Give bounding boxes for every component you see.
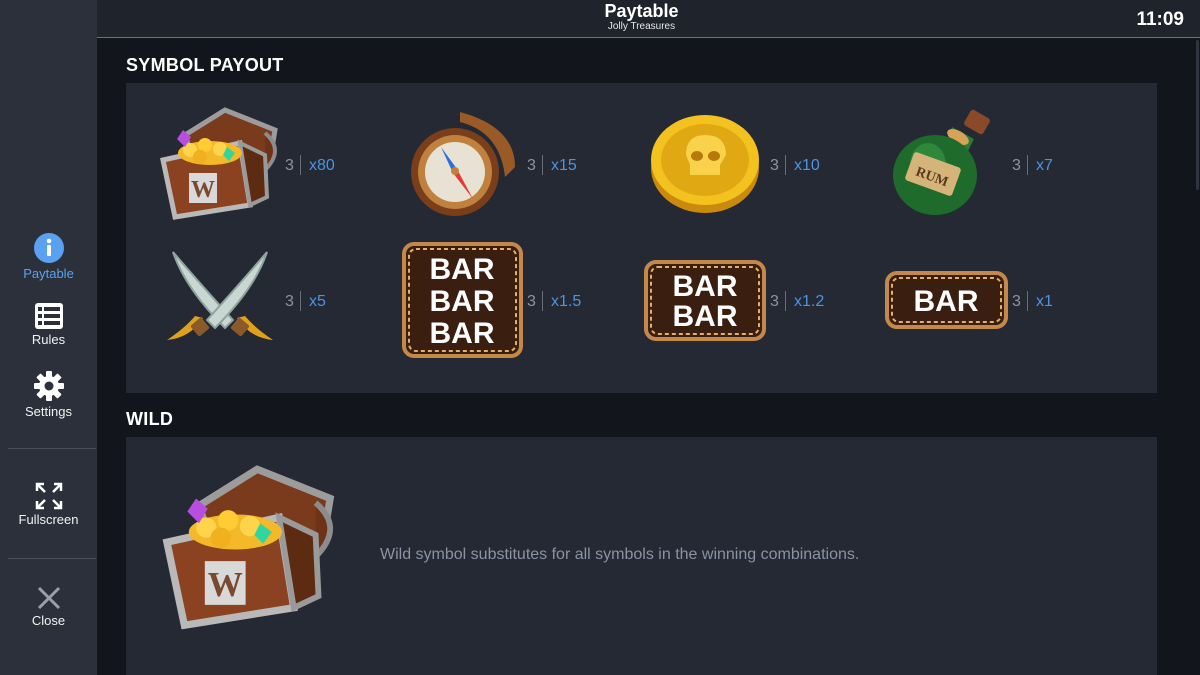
symbol-count: 3 bbox=[285, 293, 294, 310]
separator bbox=[542, 155, 543, 175]
compass-icon bbox=[411, 112, 515, 216]
symbol-count: 3 bbox=[1012, 293, 1021, 310]
symbol-count: 3 bbox=[770, 157, 779, 174]
separator bbox=[785, 155, 786, 175]
treasure-chest-wild-icon: W bbox=[162, 465, 335, 630]
nav-paytable-label: Paytable bbox=[23, 266, 74, 281]
symbol-count: 3 bbox=[1012, 157, 1021, 174]
symbol-count: 3 bbox=[527, 293, 536, 310]
symbol-multiplier: x5 bbox=[309, 293, 326, 310]
triple-bar-icon: BAR BAR BAR bbox=[402, 242, 523, 358]
chest-letter: W bbox=[191, 177, 215, 203]
scrollbar-thumb[interactable] bbox=[1196, 40, 1199, 190]
chest-letter: W bbox=[208, 565, 243, 604]
separator bbox=[1027, 291, 1028, 311]
nav-fullscreen[interactable]: Fullscreen bbox=[0, 482, 97, 527]
close-icon bbox=[37, 586, 60, 610]
sidebar-divider bbox=[8, 558, 96, 559]
symbol-count: 3 bbox=[285, 157, 294, 174]
sidebar-divider bbox=[8, 448, 96, 449]
nav-rules[interactable]: Rules bbox=[0, 302, 97, 347]
top-bar: Paytable Jolly Treasures 11:09 bbox=[97, 0, 1200, 38]
gear-icon bbox=[33, 371, 64, 401]
nav-settings[interactable]: Settings bbox=[0, 370, 97, 419]
separator bbox=[300, 291, 301, 311]
bar-text: BAR bbox=[673, 300, 738, 333]
fullscreen-icon bbox=[35, 482, 62, 510]
nav-settings-label: Settings bbox=[25, 404, 72, 419]
page-title: Paytable bbox=[604, 1, 679, 21]
bar-text: BAR bbox=[430, 285, 495, 318]
symbol-multiplier: x10 bbox=[794, 157, 820, 174]
symbol-multiplier: x1 bbox=[1036, 293, 1053, 310]
separator bbox=[300, 155, 301, 175]
rum-bottle-icon: RUM bbox=[893, 109, 990, 215]
crossed-swords-icon bbox=[167, 251, 273, 340]
nav-paytable[interactable]: Paytable bbox=[0, 232, 97, 281]
symbol-count: 3 bbox=[770, 293, 779, 310]
wild-description: Wild symbol substitutes for all symbols … bbox=[380, 546, 860, 563]
skull-coin-icon bbox=[651, 115, 759, 213]
bar-text: BAR bbox=[914, 285, 979, 318]
nav-fullscreen-label: Fullscreen bbox=[18, 512, 79, 527]
nav-close-label: Close bbox=[31, 613, 66, 628]
sidebar: Paytable Rules Settings Fullscreen Close bbox=[0, 0, 97, 675]
page-subtitle: Jolly Treasures bbox=[607, 21, 676, 32]
separator bbox=[1027, 155, 1028, 175]
symbol-multiplier: x15 bbox=[551, 157, 577, 174]
double-bar-icon: BAR BAR bbox=[644, 260, 766, 341]
symbol-multiplier: x7 bbox=[1036, 157, 1053, 174]
separator bbox=[542, 291, 543, 311]
symbol-multiplier: x1.5 bbox=[551, 293, 582, 310]
single-bar-icon: BAR bbox=[885, 271, 1008, 329]
nav-close[interactable]: Close bbox=[0, 585, 97, 628]
symbol-multiplier: x1.2 bbox=[794, 293, 825, 310]
bar-text: BAR bbox=[430, 253, 495, 286]
wild-title: WILD bbox=[126, 409, 174, 429]
info-icon bbox=[33, 233, 64, 263]
symbol-multiplier: x80 bbox=[309, 157, 335, 174]
list-icon bbox=[34, 303, 63, 329]
symbol-count: 3 bbox=[527, 157, 536, 174]
bar-text: BAR bbox=[673, 270, 738, 303]
nav-rules-label: Rules bbox=[31, 332, 66, 347]
symbol-payout-title: SYMBOL PAYOUT bbox=[126, 55, 284, 75]
separator bbox=[785, 291, 786, 311]
clock: 11:09 bbox=[1136, 9, 1184, 30]
treasure-chest-wild-icon: W bbox=[160, 107, 278, 220]
bar-text: BAR bbox=[430, 317, 495, 350]
